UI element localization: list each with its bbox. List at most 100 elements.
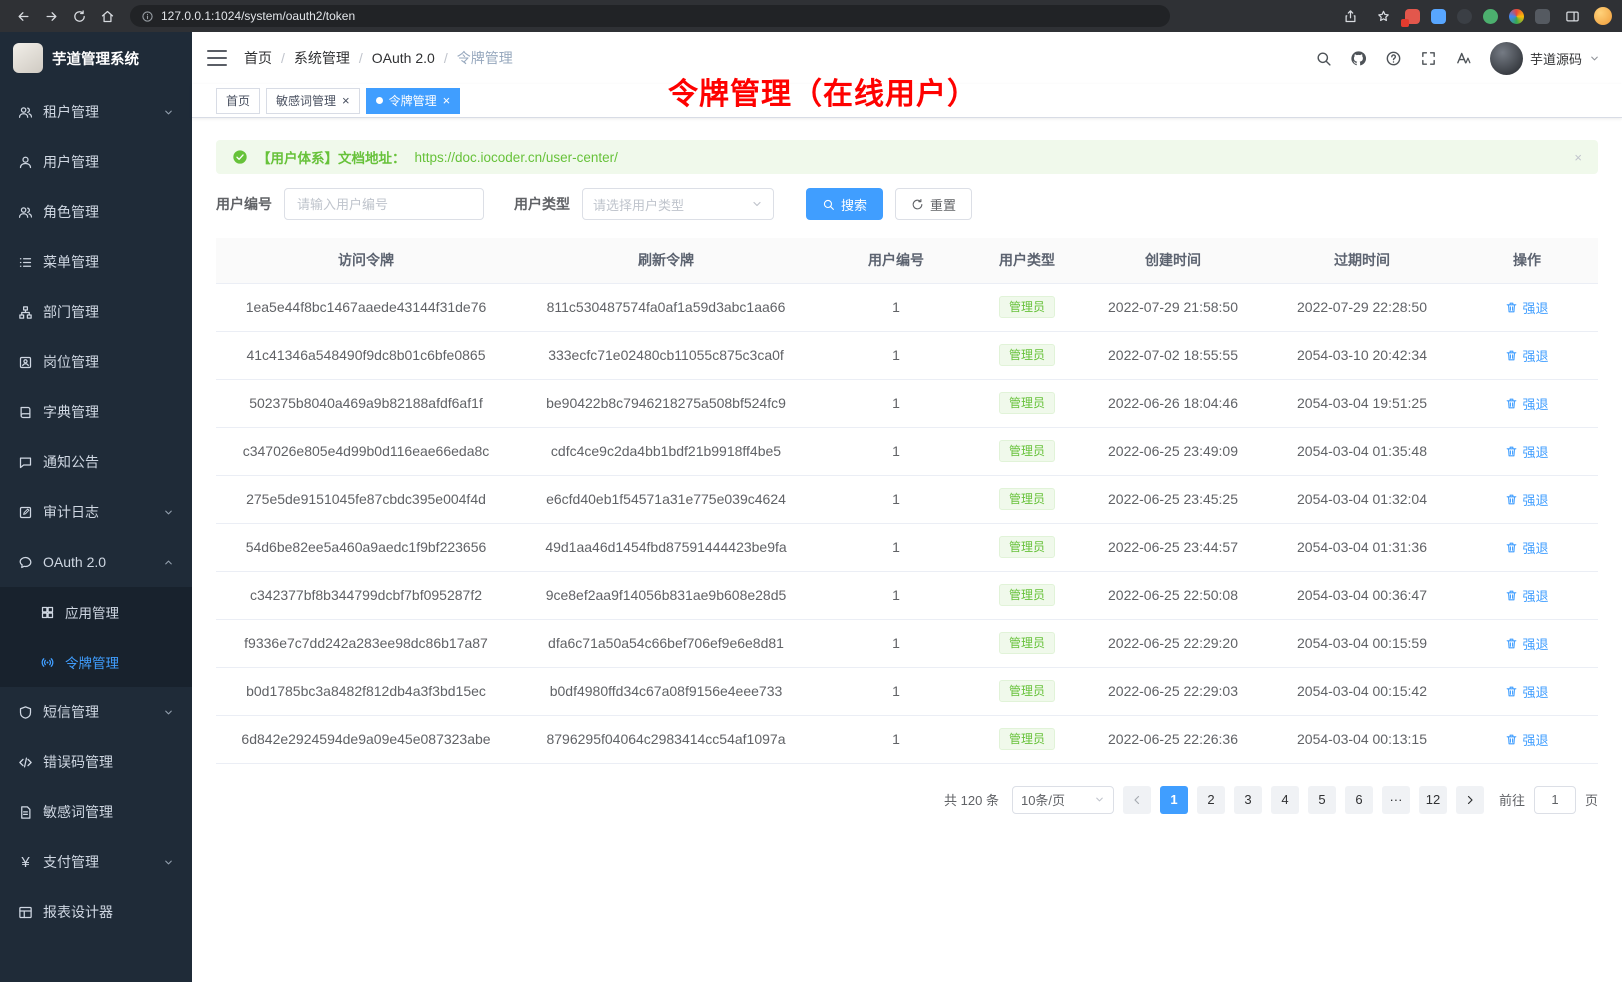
close-icon[interactable] [443,94,451,108]
user-profile-dropdown[interactable]: 芋道源码 [1490,42,1600,75]
token-table: 访问令牌 刷新令牌 用户编号 用户类型 创建时间 过期时间 操作 1ea5e44… [216,238,1598,764]
page-button-4[interactable]: 4 [1271,786,1299,814]
reset-button[interactable]: 重置 [895,188,972,220]
url-bar[interactable]: 127.0.0.1:1024/system/oauth2/token [130,5,1170,27]
trash-icon [1505,541,1518,554]
force-logout-button[interactable]: 强退 [1505,298,1548,317]
page-size-select[interactable]: 10条/页 [1012,786,1114,814]
force-logout-button[interactable]: 强退 [1505,490,1548,509]
user-type-badge: 管理员 [999,584,1055,606]
breadcrumb-home[interactable]: 首页 [244,48,272,68]
force-logout-button[interactable]: 强退 [1505,586,1548,605]
sidebar-item-dict[interactable]: 字典管理 [0,387,192,437]
sidebar-item-role[interactable]: 角色管理 [0,187,192,237]
sidebar-item-post[interactable]: 岗位管理 [0,337,192,387]
user-type-badge: 管理员 [999,440,1055,462]
breadcrumb-system[interactable]: 系统管理 [294,48,350,68]
help-icon[interactable] [1385,49,1403,67]
force-logout-button[interactable]: 强退 [1505,346,1548,365]
page-button-3[interactable]: 3 [1234,786,1262,814]
breadcrumb-oauth2[interactable]: OAuth 2.0 [372,50,435,66]
sidebar-item-dept[interactable]: 部门管理 [0,287,192,337]
sidebar-item-tenant[interactable]: 租户管理 [0,87,192,137]
tab-home[interactable]: 首页 [216,88,260,114]
sidebar-item-sms[interactable]: 短信管理 [0,687,192,737]
extension-icon[interactable] [1509,9,1524,24]
page-button-5[interactable]: 5 [1308,786,1336,814]
sidebar-item-label: 审计日志 [43,502,99,522]
side-panel-icon[interactable] [1561,5,1583,27]
force-logout-button[interactable]: 强退 [1505,682,1548,701]
extension-icon[interactable] [1457,9,1472,24]
page-button-1[interactable]: 1 [1160,786,1188,814]
force-logout-button[interactable]: 强退 [1505,730,1548,749]
tab-sensitive-words[interactable]: 敏感词管理 [266,88,360,114]
share-icon[interactable] [1339,5,1361,27]
sidebar-item-sensitive-words[interactable]: 敏感词管理 [0,787,192,837]
search-button[interactable]: 搜索 [806,188,883,220]
prev-page-button[interactable] [1123,786,1151,814]
user-type-badge: 管理员 [999,728,1055,750]
sidebar-item-notice[interactable]: 通知公告 [0,437,192,487]
sidebar-item-label: 字典管理 [43,402,99,422]
force-logout-button[interactable]: 强退 [1505,634,1548,653]
extension-icon[interactable] [1405,9,1420,24]
tab-token-manage[interactable]: 令牌管理 [366,88,461,114]
sidebar-item-label: 用户管理 [43,152,99,172]
sidebar-item-payment[interactable]: ¥ 支付管理 [0,837,192,887]
fullscreen-icon[interactable] [1420,49,1438,67]
doc-link[interactable]: https://doc.iocoder.cn/user-center/ [415,150,618,165]
sidebar-item-oauth2[interactable]: OAuth 2.0 [0,537,192,587]
app-title: 芋道管理系统 [52,48,139,69]
col-expire-time: 过期时间 [1268,238,1456,283]
home-icon[interactable] [94,3,120,29]
trash-icon [1505,493,1518,506]
sidebar-item-label: 错误码管理 [43,752,113,772]
bookmark-star-icon[interactable] [1372,5,1394,27]
sidebar-item-audit-log[interactable]: 审计日志 [0,487,192,537]
sidebar-item-token-manage[interactable]: 令牌管理 [0,637,192,687]
page-button-2[interactable]: 2 [1197,786,1225,814]
cell-refresh-token: 9ce8ef2aa9f14056b831ae9b608e28d5 [516,571,816,619]
more-pages-button[interactable]: ··· [1382,786,1410,814]
sidebar-item-user[interactable]: 用户管理 [0,137,192,187]
user-type-select[interactable]: 请选择用户类型 [582,188,774,220]
cell-access-token: b0d1785bc3a8482f812db4a3f3bd15ec [216,667,516,715]
user-id-input[interactable] [284,188,484,220]
close-icon[interactable] [342,94,350,108]
force-logout-button[interactable]: 强退 [1505,394,1548,413]
user-type-badge: 管理员 [999,344,1055,366]
force-logout-button[interactable]: 强退 [1505,538,1548,557]
alert-close-icon[interactable] [1574,149,1582,165]
sidebar-item-app-manage[interactable]: 应用管理 [0,587,192,637]
page-size-value: 10条/页 [1021,790,1065,809]
font-size-icon[interactable] [1455,49,1473,67]
sidebar-item-error-code[interactable]: 错误码管理 [0,737,192,787]
sidebar-item-label: 角色管理 [43,202,99,222]
cell-access-token: 41c41346a548490f9dc8b01c6bfe0865 [216,331,516,379]
force-logout-button[interactable]: 强退 [1505,442,1548,461]
cell-user-id: 1 [816,379,976,427]
page-button-12[interactable]: 12 [1419,786,1447,814]
site-info-icon[interactable] [141,10,154,23]
reload-icon[interactable] [66,3,92,29]
search-icon[interactable] [1315,49,1333,67]
page-button-6[interactable]: 6 [1345,786,1373,814]
chevron-down-icon [163,507,174,518]
org-tree-icon [18,305,33,320]
sidebar-item-report-designer[interactable]: 报表设计器 [0,887,192,937]
next-page-button[interactable] [1456,786,1484,814]
browser-profile-avatar[interactable] [1594,7,1612,25]
trash-icon [1505,301,1518,314]
extension-icon[interactable] [1483,9,1498,24]
goto-page-input[interactable] [1534,786,1576,814]
sidebar-item-menu[interactable]: 菜单管理 [0,237,192,287]
extension-icon[interactable] [1535,9,1550,24]
sidebar-menu: 租户管理 用户管理 角色管理 菜单管理 部门管理 岗位管理 [0,84,192,937]
collapse-sidebar-icon[interactable] [207,50,227,66]
table-row: b0d1785bc3a8482f812db4a3f3bd15ec b0df498… [216,667,1598,715]
github-icon[interactable] [1350,49,1368,67]
forward-icon[interactable] [38,3,64,29]
back-icon[interactable] [10,3,36,29]
extension-icon[interactable] [1431,9,1446,24]
